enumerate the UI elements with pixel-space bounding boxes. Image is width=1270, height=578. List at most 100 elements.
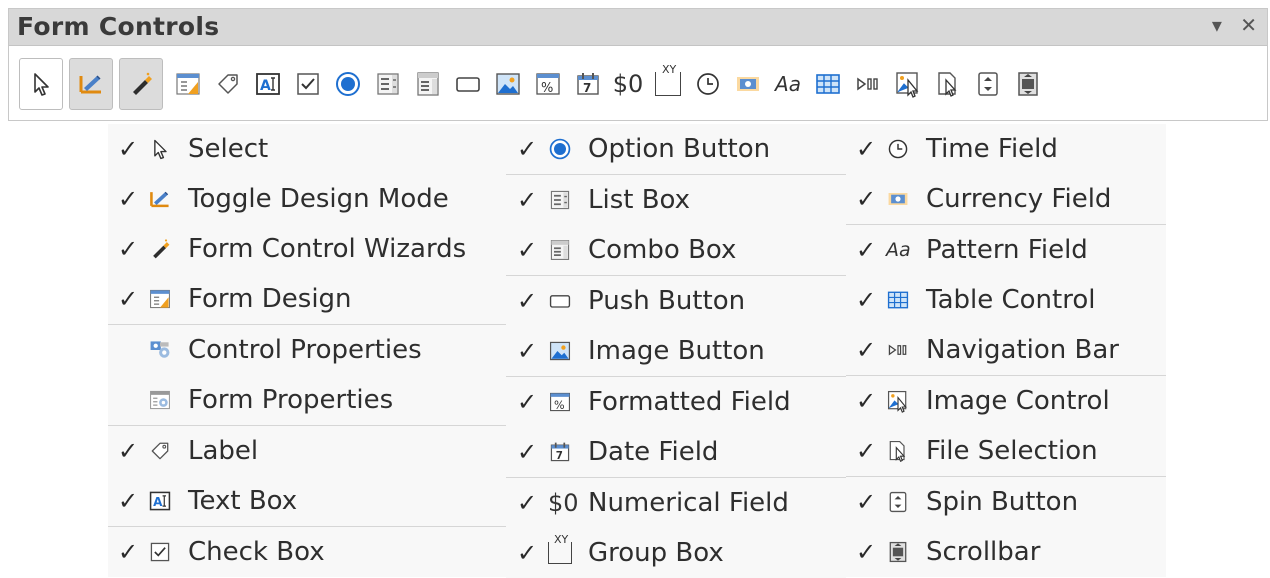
scrollbar-button[interactable] (1009, 58, 1047, 110)
spin-button-button[interactable] (969, 58, 1007, 110)
date-field-button[interactable] (569, 58, 607, 110)
menu-item-label: Form Control Wizards (188, 234, 467, 264)
option-button-button[interactable] (329, 58, 367, 110)
group-box-button[interactable]: XY (649, 58, 687, 110)
close-icon[interactable]: ✕ (1240, 13, 1257, 37)
combo-box-button[interactable] (409, 58, 447, 110)
check-mark-icon: ✓ (117, 285, 139, 313)
check-mark-icon: ✓ (855, 488, 877, 516)
scrollbar-icon (886, 540, 910, 564)
wizard-wand-icon (127, 70, 155, 98)
menu-item-scrollbar[interactable]: ✓ Scrollbar (846, 527, 1166, 577)
select-arrow-icon (27, 70, 55, 98)
list-box-button[interactable] (369, 58, 407, 110)
pattern-field-icon: Aa (886, 239, 911, 261)
menu-item-check-box[interactable]: ✓ Check Box (108, 527, 506, 577)
wizard-wand-icon (148, 237, 172, 261)
formatted-field-button[interactable] (529, 58, 567, 110)
menu-item-label: Scrollbar (926, 537, 1041, 567)
numerical-field-icon: $0 (612, 70, 644, 98)
scrollbar-icon (1014, 70, 1042, 98)
group-box-label: XY (553, 533, 570, 546)
menu-item-push-button[interactable]: ✓ Push Button (506, 276, 846, 326)
label-button[interactable] (209, 58, 247, 110)
form-controls-toolbar: Form Controls ▾ ✕ $0 XY Aa (8, 8, 1268, 121)
menu-item-form-design[interactable]: ✓ Form Design (108, 274, 506, 324)
menu-item-numerical-field[interactable]: ✓ $0 Numerical Field (506, 478, 846, 528)
menu-item-label: Text Box (188, 486, 298, 516)
navigation-bar-button[interactable] (849, 58, 887, 110)
currency-field-button[interactable] (729, 58, 767, 110)
check-box-button[interactable] (289, 58, 327, 110)
option-button-icon (548, 137, 572, 161)
menu-item-label: Numerical Field (588, 488, 789, 518)
menu-item-table-control[interactable]: ✓ Table Control (846, 275, 1166, 325)
menu-item-image-button[interactable]: ✓ Image Button (506, 326, 846, 376)
time-field-button[interactable] (689, 58, 727, 110)
pattern-field-button[interactable]: Aa (769, 58, 807, 110)
menu-item-toggle-design-mode[interactable]: ✓ Toggle Design Mode (108, 174, 506, 224)
numerical-field-button[interactable]: $0 (609, 58, 647, 110)
menu-column-2: ✓ Option Button ✓ List Box ✓ Combo Box ✓… (506, 124, 846, 578)
menu-item-date-field[interactable]: ✓ Date Field (506, 427, 846, 477)
menu-item-currency-field[interactable]: ✓ Currency Field (846, 174, 1166, 224)
menu-item-label: Spin Button (926, 487, 1079, 517)
check-mark-icon: ✓ (516, 539, 538, 567)
menu-item-label: Pattern Field (926, 235, 1088, 265)
toolbar-menu-dropdown-icon[interactable]: ▾ (1212, 13, 1222, 37)
text-box-button[interactable] (249, 58, 287, 110)
toolbar-titlebar[interactable]: Form Controls ▾ ✕ (9, 9, 1267, 46)
menu-item-group-box[interactable]: ✓ XY Group Box (506, 528, 846, 578)
menu-item-list-box[interactable]: ✓ List Box (506, 175, 846, 225)
menu-item-label: Label (188, 436, 259, 466)
menu-item-image-control[interactable]: ✓ Image Control (846, 376, 1166, 426)
menu-item-select[interactable]: ✓ Select (108, 124, 506, 174)
check-mark-icon: ✓ (117, 437, 139, 465)
push-button-icon (454, 70, 482, 98)
menu-item-label-control[interactable]: ✓ Label (108, 426, 506, 476)
menu-item-label: Navigation Bar (926, 335, 1119, 365)
spin-button-icon (886, 490, 910, 514)
group-box-label: XY (661, 63, 678, 76)
select-button[interactable] (19, 58, 63, 110)
form-design-button[interactable] (169, 58, 207, 110)
check-mark-icon: ✓ (516, 388, 538, 416)
menu-item-formatted-field[interactable]: ✓ Formatted Field (506, 377, 846, 427)
image-control-button[interactable] (889, 58, 927, 110)
image-button-icon (548, 339, 572, 363)
menu-item-file-selection[interactable]: ✓ File Selection (846, 426, 1166, 476)
list-box-icon (548, 188, 572, 212)
check-mark-icon: ✓ (117, 538, 139, 566)
check-mark-icon: ✓ (855, 236, 877, 264)
toggle-design-mode-button[interactable] (69, 58, 113, 110)
design-mode-icon (77, 70, 105, 98)
menu-item-spin-button[interactable]: ✓ Spin Button (846, 477, 1166, 527)
check-box-icon (294, 70, 322, 98)
spin-button-icon (974, 70, 1002, 98)
menu-item-text-box[interactable]: ✓ Text Box (108, 476, 506, 526)
file-selection-button[interactable] (929, 58, 967, 110)
menu-item-navigation-bar[interactable]: ✓ Navigation Bar (846, 325, 1166, 375)
time-field-icon (694, 70, 722, 98)
check-box-icon (148, 540, 172, 564)
form-control-wizards-button[interactable] (119, 58, 163, 110)
file-selection-icon (886, 439, 910, 463)
menu-item-form-properties[interactable]: Form Properties (108, 375, 506, 425)
pattern-field-icon: Aa (775, 72, 801, 96)
table-control-button[interactable] (809, 58, 847, 110)
menu-item-pattern-field[interactable]: ✓ Aa Pattern Field (846, 225, 1166, 275)
formatted-field-icon (534, 70, 562, 98)
menu-item-label: Combo Box (588, 235, 737, 265)
menu-item-form-control-wizards[interactable]: ✓ Form Control Wizards (108, 224, 506, 274)
toolbar-icon-row: $0 XY Aa (19, 55, 1259, 113)
check-mark-icon: ✓ (516, 186, 538, 214)
image-button-button[interactable] (489, 58, 527, 110)
menu-item-combo-box[interactable]: ✓ Combo Box (506, 225, 846, 275)
menu-item-option-button[interactable]: ✓ Option Button (506, 124, 846, 174)
menu-item-control-properties[interactable]: Control Properties (108, 325, 506, 375)
menu-item-time-field[interactable]: ✓ Time Field (846, 124, 1166, 174)
currency-field-icon (886, 187, 910, 211)
push-button-button[interactable] (449, 58, 487, 110)
menu-item-label: Image Control (926, 386, 1110, 416)
menu-item-label: Check Box (188, 537, 325, 567)
